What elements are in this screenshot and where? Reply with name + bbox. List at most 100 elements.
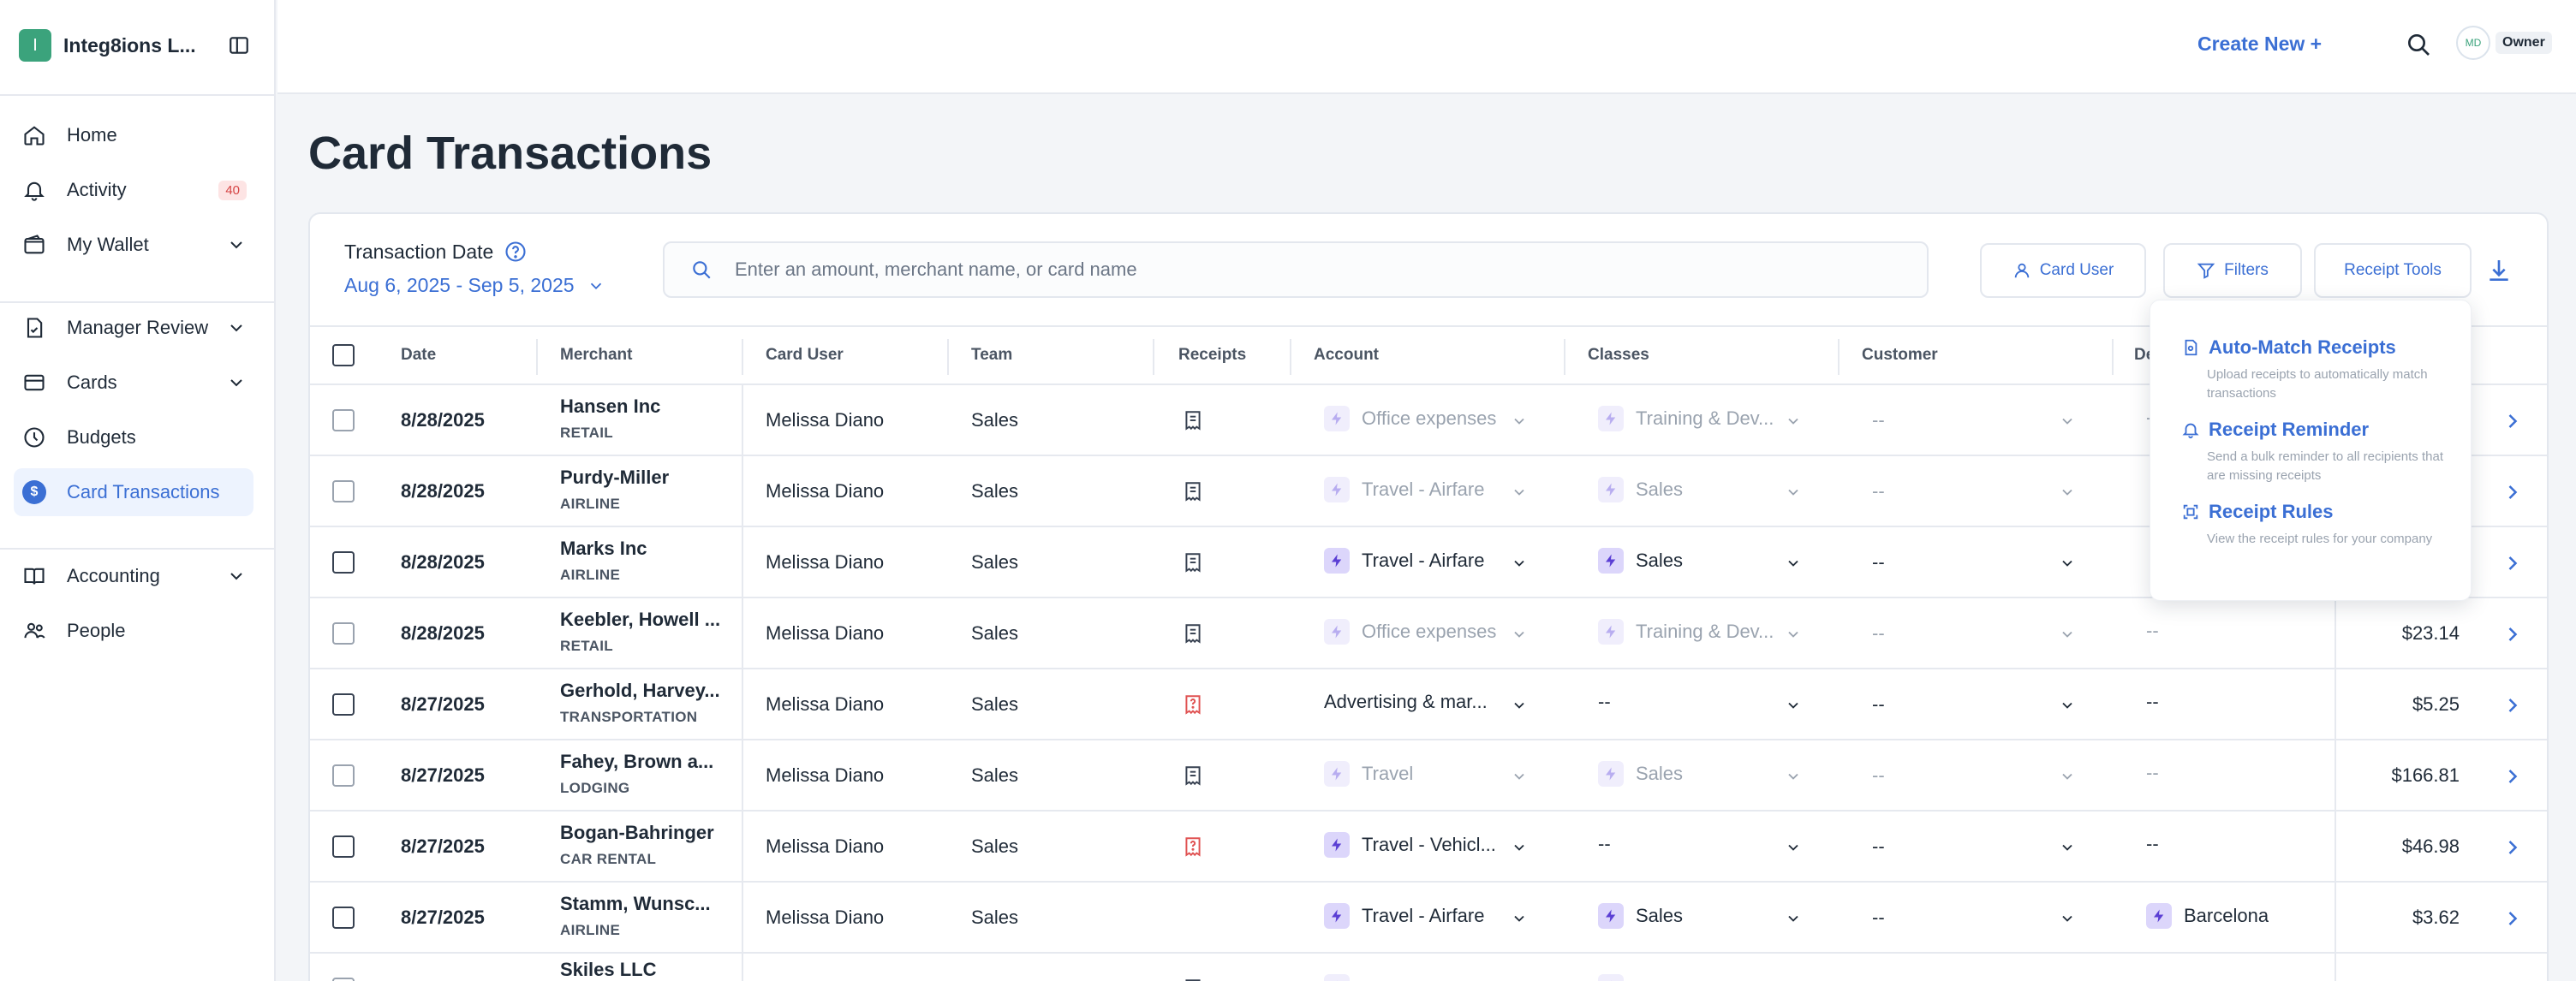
chevron-down-icon[interactable] [1511, 839, 1528, 856]
account-select[interactable]: Office expenses [1324, 406, 1530, 431]
search-input[interactable] [735, 259, 1848, 281]
search-icon[interactable] [2405, 31, 2432, 58]
row-checkbox[interactable] [332, 409, 355, 431]
nav-item-manager-review[interactable]: Manager Review [14, 304, 253, 352]
account-select[interactable]: Travel - Airfare [1324, 477, 1530, 502]
chevron-down-icon[interactable] [1511, 910, 1528, 927]
chevron-down-icon[interactable] [1785, 626, 1802, 643]
customer-value[interactable]: -- [1872, 907, 1885, 929]
card-user-filter-button[interactable]: Card User [1980, 243, 2146, 298]
receipt-icon[interactable] [1182, 764, 1204, 792]
class-select[interactable]: Training & Dev... [1598, 406, 1804, 431]
receipt-icon[interactable] [1182, 835, 1204, 863]
chevron-down-icon[interactable] [1511, 697, 1528, 714]
receipt-icon[interactable] [1182, 480, 1204, 508]
customer-value[interactable]: -- [1872, 835, 1885, 858]
receipt-icon[interactable] [1182, 622, 1204, 650]
chevron-down-icon[interactable] [1785, 413, 1802, 430]
row-checkbox[interactable] [332, 622, 355, 645]
nav-item-card-transactions[interactable]: $ Card Transactions [14, 468, 253, 516]
create-new-button[interactable]: Create New + [2197, 33, 2322, 56]
account-select[interactable]: Travel [1324, 761, 1530, 787]
chevron-right-icon[interactable] [2501, 551, 2525, 575]
nav-item-home[interactable]: Home [14, 111, 253, 159]
customer-value[interactable]: -- [1872, 764, 1885, 787]
chevron-right-icon[interactable] [2501, 480, 2525, 504]
chevron-down-icon[interactable] [1785, 484, 1802, 501]
chevron-down-icon[interactable] [2059, 839, 2076, 856]
auto-match-receipts-item[interactable]: Auto-Match Receipts Upload receipts to a… [2181, 336, 2455, 403]
nav-item-cards[interactable]: Cards [14, 359, 253, 407]
user-menu[interactable]: MD Owner [2456, 26, 2552, 60]
chevron-down-icon[interactable] [1511, 484, 1528, 501]
account-select[interactable]: Travel - Vehicl... [1324, 832, 1530, 858]
row-checkbox[interactable] [332, 551, 355, 574]
nav-item-activity[interactable]: Activity 40 [14, 166, 253, 214]
column-header-account[interactable]: Account [1314, 346, 1379, 365]
column-header-team[interactable]: Team [971, 346, 1012, 365]
chevron-down-icon[interactable] [1511, 626, 1528, 643]
column-header-customer[interactable]: Customer [1862, 346, 1938, 365]
chevron-down-icon[interactable] [1511, 413, 1528, 430]
account-select[interactable]: Travel - Airfare [1324, 903, 1530, 929]
receipt-icon[interactable] [1182, 693, 1204, 721]
class-select[interactable]: Sales [1598, 477, 1804, 502]
receipt-icon[interactable] [1182, 551, 1204, 579]
table-row[interactable]: Skiles LLC [310, 954, 2547, 981]
chevron-down-icon[interactable] [2059, 910, 2076, 927]
row-checkbox[interactable] [332, 480, 355, 502]
chevron-down-icon[interactable] [1511, 555, 1528, 572]
chevron-down-icon[interactable] [1511, 768, 1528, 785]
select-all-checkbox[interactable] [332, 344, 355, 366]
class-select[interactable] [1598, 974, 1804, 981]
column-header-receipts[interactable]: Receipts [1178, 346, 1246, 365]
receipt-tools-button[interactable]: Receipt Tools [2314, 243, 2472, 298]
table-row[interactable]: 8/27/2025 Gerhold, Harvey... TRANSPORTATIO… [310, 669, 2547, 740]
department-select[interactable]: -- [2146, 690, 2159, 713]
class-select[interactable]: Sales [1598, 903, 1804, 929]
table-row[interactable]: 8/27/2025 Stamm, Wunsc... AIRLINE Melissa D… [310, 883, 2547, 954]
class-select[interactable]: Sales [1598, 761, 1804, 787]
column-header-classes[interactable]: Classes [1588, 346, 1649, 365]
chevron-right-icon[interactable] [2501, 978, 2525, 981]
column-header-card-user[interactable]: Card User [766, 346, 844, 365]
receipt-reminder-item[interactable]: Receipt Reminder Send a bulk reminder to… [2181, 419, 2455, 485]
chevron-right-icon[interactable] [2501, 835, 2525, 859]
customer-value[interactable]: -- [1872, 409, 1885, 431]
download-icon[interactable] [2485, 257, 2513, 284]
chevron-right-icon[interactable] [2501, 907, 2525, 930]
row-checkbox[interactable] [332, 693, 355, 716]
chevron-down-icon[interactable] [2059, 413, 2076, 430]
nav-item-wallet[interactable]: My Wallet [14, 221, 253, 269]
chevron-down-icon[interactable] [1785, 910, 1802, 927]
table-row[interactable]: 8/28/2025 Keebler, Howell ... RETAIL Meliss… [310, 598, 2547, 669]
help-icon[interactable] [504, 240, 528, 264]
account-select[interactable]: Advertising & mar... [1324, 690, 1530, 713]
chevron-right-icon[interactable] [2501, 622, 2525, 646]
chevron-right-icon[interactable] [2501, 409, 2525, 433]
chevron-down-icon[interactable] [2059, 555, 2076, 572]
nav-item-people[interactable]: People [14, 607, 253, 655]
chevron-down-icon[interactable] [2059, 484, 2076, 501]
row-checkbox[interactable] [332, 835, 355, 858]
department-select[interactable]: -- [2146, 761, 2159, 784]
row-checkbox[interactable] [332, 978, 355, 981]
chevron-down-icon[interactable] [1785, 768, 1802, 785]
date-range-picker[interactable]: Aug 6, 2025 - Sep 5, 2025 [344, 274, 605, 297]
chevron-down-icon[interactable] [1785, 555, 1802, 572]
table-row[interactable]: 8/27/2025 Bogan-Bahringer CAR RENTAL Meliss… [310, 812, 2547, 883]
class-select[interactable]: Training & Dev... [1598, 619, 1804, 645]
department-select[interactable]: -- [2146, 619, 2159, 642]
customer-value[interactable]: -- [1872, 693, 1885, 716]
chevron-down-icon[interactable] [2059, 768, 2076, 785]
department-select[interactable]: Barcelona [2146, 903, 2269, 929]
chevron-right-icon[interactable] [2501, 764, 2525, 788]
receipt-rules-item[interactable]: Receipt Rules View the receipt rules for… [2181, 501, 2455, 549]
search-field[interactable] [663, 241, 1929, 298]
filters-button[interactable]: Filters [2163, 243, 2302, 298]
receipt-icon[interactable] [1182, 409, 1204, 437]
account-select[interactable] [1324, 974, 1530, 981]
account-select[interactable]: Travel - Airfare [1324, 548, 1530, 574]
chevron-down-icon[interactable] [1785, 697, 1802, 714]
column-header-merchant[interactable]: Merchant [560, 346, 632, 365]
